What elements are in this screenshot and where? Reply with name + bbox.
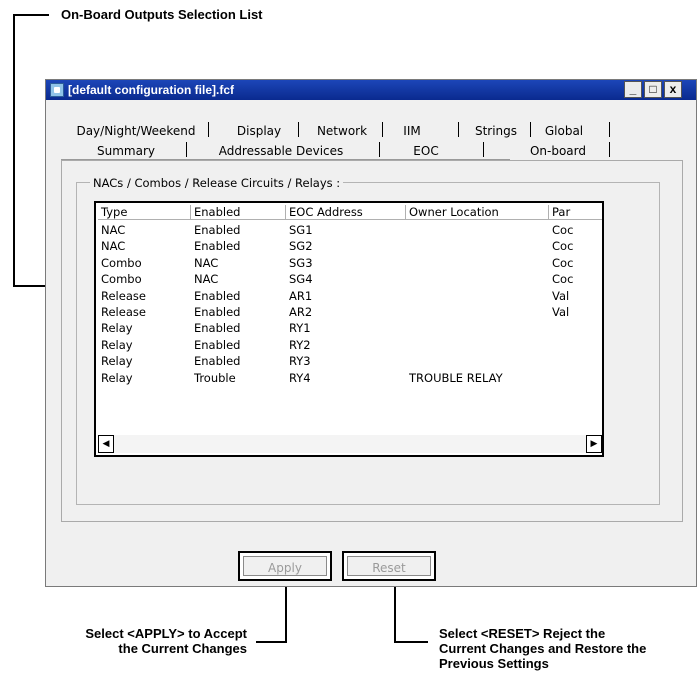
tab-day-night-weekend[interactable]: Day/Night/Weekend <box>76 122 196 140</box>
table-cell[interactable]: RY3 <box>289 353 406 369</box>
table-cell[interactable]: Combo <box>101 271 191 287</box>
callout-apply: Select <APPLY> to Accept the Current Cha… <box>35 626 247 656</box>
scroll-track[interactable] <box>114 435 586 453</box>
tab-separator <box>298 122 299 137</box>
tab-separator <box>208 122 209 137</box>
horizontal-scrollbar[interactable]: ◀ ▶ <box>98 435 602 453</box>
table-cell[interactable]: Enabled <box>194 288 286 304</box>
tab-strings[interactable]: Strings <box>464 122 528 140</box>
table-cell[interactable]: Relay <box>101 337 191 353</box>
table-cell[interactable]: NAC <box>101 238 191 254</box>
table-cell[interactable]: Release <box>101 288 191 304</box>
tab-separator <box>458 122 459 137</box>
table-cell[interactable]: AR2 <box>289 304 406 320</box>
table-cell[interactable]: Relay <box>101 353 191 369</box>
table-cell[interactable]: Relay <box>101 370 191 386</box>
table-cell[interactable]: Coc <box>552 238 602 254</box>
app-icon[interactable] <box>50 83 64 97</box>
table-cell[interactable]: SG1 <box>289 222 406 238</box>
table-cell[interactable]: NAC <box>101 222 191 238</box>
tab-network[interactable]: Network <box>306 122 378 140</box>
table-cell[interactable]: Enabled <box>194 353 286 369</box>
column-header-owner-location[interactable]: Owner Location <box>406 205 549 220</box>
table-cell[interactable]: Release <box>101 304 191 320</box>
table-cell[interactable]: Coc <box>552 271 602 287</box>
callout-reset-line2: Current Changes and Restore the <box>439 641 647 656</box>
table-cell[interactable]: Relay <box>101 320 191 336</box>
table-cell[interactable]: Combo <box>101 255 191 271</box>
callout-reset-line3: Previous Settings <box>439 656 549 671</box>
table-cell[interactable]: NAC <box>194 271 286 287</box>
tab-separator <box>530 122 531 137</box>
tab-display[interactable]: Display <box>224 122 294 140</box>
tab-eoc[interactable]: EOC <box>396 142 456 160</box>
tab-separator <box>609 142 610 157</box>
table-cell[interactable]: Enabled <box>194 238 286 254</box>
column-header-eoc-address[interactable]: EOC Address <box>286 205 406 220</box>
table-cell[interactable]: SG4 <box>289 271 406 287</box>
callout-line <box>13 14 49 16</box>
table-cell[interactable]: SG2 <box>289 238 406 254</box>
table-cell[interactable]: Coc <box>552 255 602 271</box>
callout-list-title: On-Board Outputs Selection List <box>61 7 263 22</box>
tab-addressable-devices[interactable]: Addressable Devices <box>206 142 356 160</box>
table-cell[interactable]: TROUBLE RELAY <box>409 370 549 386</box>
close-button[interactable]: x <box>664 81 682 98</box>
table-cell[interactable]: Enabled <box>194 337 286 353</box>
table-cell[interactable]: RY2 <box>289 337 406 353</box>
table-cell[interactable]: RY4 <box>289 370 406 386</box>
table-cell[interactable]: Val <box>552 304 602 320</box>
table-cell[interactable]: RY1 <box>289 320 406 336</box>
tab-separator <box>483 142 484 157</box>
column-header-enabled[interactable]: Enabled <box>191 205 286 220</box>
column-header-par[interactable]: Par <box>549 205 602 220</box>
title-bar[interactable]: [default configuration file].fcf _ □ x <box>46 80 696 100</box>
outputs-group-label: NACs / Combos / Release Circuits / Relay… <box>90 176 344 190</box>
apply-button-label: Apply <box>243 556 327 576</box>
callout-apply-line1: Select <APPLY> to Accept <box>85 626 247 641</box>
scroll-left-icon[interactable]: ◀ <box>98 435 114 453</box>
table-cell[interactable]: Enabled <box>194 222 286 238</box>
reset-button[interactable]: Reset <box>342 551 436 581</box>
minimize-button[interactable]: _ <box>624 81 642 98</box>
tab-on-board[interactable]: On-board <box>510 142 606 160</box>
tab-summary[interactable]: Summary <box>86 142 166 160</box>
table-cell[interactable]: NAC <box>194 255 286 271</box>
scroll-right-icon[interactable]: ▶ <box>586 435 602 453</box>
table-cell[interactable]: Coc <box>552 222 602 238</box>
tab-separator <box>382 122 383 137</box>
callout-line <box>256 641 287 643</box>
callout-apply-line2: the Current Changes <box>118 641 247 656</box>
table-cell[interactable]: AR1 <box>289 288 406 304</box>
table-cell[interactable]: SG3 <box>289 255 406 271</box>
table-cell[interactable]: Val <box>552 288 602 304</box>
callout-line <box>13 14 15 286</box>
callout-line <box>394 583 396 643</box>
tab-global[interactable]: Global <box>534 122 594 140</box>
callout-reset-line1: Select <RESET> Reject the <box>439 626 606 641</box>
tab-separator <box>186 142 187 157</box>
window-title: [default configuration file].fcf <box>68 83 234 97</box>
tab-iim[interactable]: IIM <box>392 122 432 140</box>
callout-line <box>394 641 428 643</box>
tab-separator <box>379 142 380 157</box>
reset-button-label: Reset <box>347 556 431 576</box>
config-window: [default configuration file].fcf _ □ x D… <box>45 79 697 587</box>
table-cell[interactable]: Trouble <box>194 370 286 386</box>
column-header-type[interactable]: Type <box>98 205 191 220</box>
callout-line <box>285 583 287 643</box>
maximize-button[interactable]: □ <box>644 81 662 98</box>
table-cell[interactable]: Enabled <box>194 320 286 336</box>
table-cell[interactable]: Enabled <box>194 304 286 320</box>
apply-button[interactable]: Apply <box>238 551 332 581</box>
tab-separator <box>609 122 610 137</box>
callout-reset: Select <RESET> Reject the Current Change… <box>439 626 698 671</box>
outputs-table[interactable]: Type Enabled EOC Address Owner Location … <box>94 201 604 457</box>
